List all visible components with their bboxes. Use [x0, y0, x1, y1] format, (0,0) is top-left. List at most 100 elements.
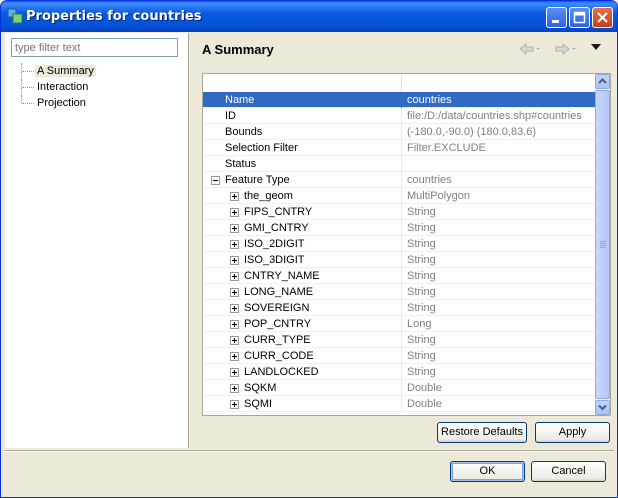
maximize-icon	[573, 11, 586, 24]
property-value-cell: String	[407, 270, 436, 282]
property-name-cell: ID	[203, 108, 402, 124]
property-name-cell: ISO_2DIGIT	[203, 236, 402, 252]
nav-item-label: Interaction	[37, 81, 89, 93]
expand-icon[interactable]	[230, 192, 239, 201]
properties-app-icon	[7, 8, 23, 24]
property-value-cell: Filter.EXCLUDE	[407, 142, 486, 154]
table-row[interactable]: Bounds (-180.0,-90.0) (180.0,83.6)	[203, 124, 595, 140]
table-row[interactable]: LANDLOCKED String	[203, 364, 595, 380]
property-name-cell: LANDLOCKED	[203, 364, 402, 380]
property-page: A Summary Name countries ID file:/D:/data/c…	[189, 33, 614, 448]
nav-item-projection[interactable]: Projection	[17, 95, 96, 111]
property-name-cell: Selection Filter	[203, 140, 402, 156]
property-name: GMI_CNTRY	[244, 222, 309, 234]
property-value-cell: String	[407, 254, 436, 266]
column-header-property[interactable]	[203, 74, 402, 91]
table-row[interactable]: SQKM Double	[203, 380, 595, 396]
property-name-cell: the_geom	[203, 188, 402, 204]
expand-icon[interactable]	[230, 208, 239, 217]
property-name: ISO_2DIGIT	[244, 238, 305, 250]
table-row[interactable]: Feature Type countries	[203, 172, 595, 188]
property-value-cell: Double	[407, 382, 442, 394]
view-menu-icon[interactable]	[591, 44, 601, 50]
table-row[interactable]: CNTRY_NAME String	[203, 268, 595, 284]
cancel-button[interactable]: Cancel	[531, 461, 606, 482]
table-row[interactable]: ISO_2DIGIT String	[203, 236, 595, 252]
property-name: ID	[225, 110, 236, 122]
property-name-cell: ISO_3DIGIT	[203, 252, 402, 268]
vertical-scrollbar[interactable]	[595, 74, 610, 415]
forward-arrow-icon[interactable]	[555, 42, 576, 56]
expand-icon[interactable]	[230, 240, 239, 249]
maximize-button[interactable]	[569, 7, 590, 28]
table-row[interactable]: SOVEREIGN String	[203, 300, 595, 316]
table-row[interactable]: FIPS_CNTRY String	[203, 204, 595, 220]
property-name: LONG_NAME	[244, 286, 314, 298]
scroll-up-button[interactable]	[595, 74, 610, 89]
property-value-cell: MultiPolygon	[407, 190, 470, 202]
property-name: SQMI	[244, 398, 273, 410]
property-name-cell: GMI_CNTRY	[203, 220, 402, 236]
expand-icon[interactable]	[230, 384, 239, 393]
nav-item-summary[interactable]: A Summary	[17, 63, 96, 79]
table-row[interactable]: CURR_CODE String	[203, 348, 595, 364]
table-row[interactable]: LONG_NAME String	[203, 284, 595, 300]
table-row[interactable]: Status	[203, 156, 595, 172]
expand-icon[interactable]	[230, 304, 239, 313]
table-row[interactable]: SQMI Double	[203, 396, 595, 412]
scroll-thumb[interactable]	[595, 90, 610, 399]
table-row[interactable]: CURR_TYPE String	[203, 332, 595, 348]
minimize-button[interactable]	[546, 7, 567, 28]
expand-icon[interactable]	[230, 288, 239, 297]
scroll-down-button[interactable]	[595, 400, 610, 415]
expand-icon[interactable]	[230, 256, 239, 265]
property-name: the_geom	[244, 190, 293, 202]
expand-icon[interactable]	[230, 272, 239, 281]
apply-button[interactable]: Apply	[535, 422, 610, 443]
filter-input[interactable]	[11, 38, 178, 57]
chevron-down-icon	[598, 404, 607, 411]
back-arrow-icon[interactable]	[519, 42, 540, 56]
property-value-cell: String	[407, 286, 436, 298]
property-name-cell: SQKM	[203, 380, 402, 396]
property-name: LANDLOCKED	[244, 366, 319, 378]
page-navigation-pane: A Summary Interaction Projection	[5, 33, 189, 448]
property-name: Selection Filter	[225, 142, 298, 154]
property-value-cell: file:/D:/data/countries.shp#countries	[407, 110, 582, 122]
property-name: FIPS_CNTRY	[244, 206, 313, 218]
nav-item-label: Projection	[37, 97, 86, 109]
property-name: POP_CNTRY	[244, 318, 312, 330]
property-name-cell: SOVEREIGN	[203, 300, 402, 316]
ok-button[interactable]: OK	[450, 461, 525, 482]
page-tree: A Summary Interaction Projection	[17, 63, 96, 111]
table-row[interactable]: the_geom MultiPolygon	[203, 188, 595, 204]
expand-icon[interactable]	[230, 336, 239, 345]
nav-item-label: A Summary	[35, 65, 96, 77]
table-row[interactable]: ID file:/D:/data/countries.shp#countries	[203, 108, 595, 124]
expand-icon[interactable]	[230, 352, 239, 361]
tree-connector	[21, 95, 36, 104]
table-row[interactable]: ISO_3DIGIT String	[203, 252, 595, 268]
property-name-cell: Status	[203, 156, 402, 172]
restore-defaults-button[interactable]: Restore Defaults	[437, 422, 527, 443]
table-header	[203, 74, 595, 93]
close-icon	[597, 12, 608, 23]
property-name: Feature Type	[225, 174, 290, 186]
nav-item-interaction[interactable]: Interaction	[17, 79, 96, 95]
table-row[interactable]: GMI_CNTRY String	[203, 220, 595, 236]
property-name: CURR_TYPE	[244, 334, 311, 346]
expand-icon[interactable]	[230, 368, 239, 377]
close-button[interactable]	[592, 7, 613, 28]
property-value-cell: String	[407, 238, 436, 250]
expand-icon[interactable]	[230, 400, 239, 409]
collapse-icon[interactable]	[211, 176, 220, 185]
expand-icon[interactable]	[230, 320, 239, 329]
table-row[interactable]: Selection Filter Filter.EXCLUDE	[203, 140, 595, 156]
expand-icon[interactable]	[230, 224, 239, 233]
table-row[interactable]: POP_CNTRY Long	[203, 316, 595, 332]
title-bar[interactable]: Properties for countries	[1, 1, 617, 32]
property-name: Status	[225, 158, 257, 170]
property-value-cell: countries	[407, 94, 452, 106]
property-name-cell: Feature Type	[203, 172, 402, 188]
table-row[interactable]: Name countries	[203, 92, 595, 108]
